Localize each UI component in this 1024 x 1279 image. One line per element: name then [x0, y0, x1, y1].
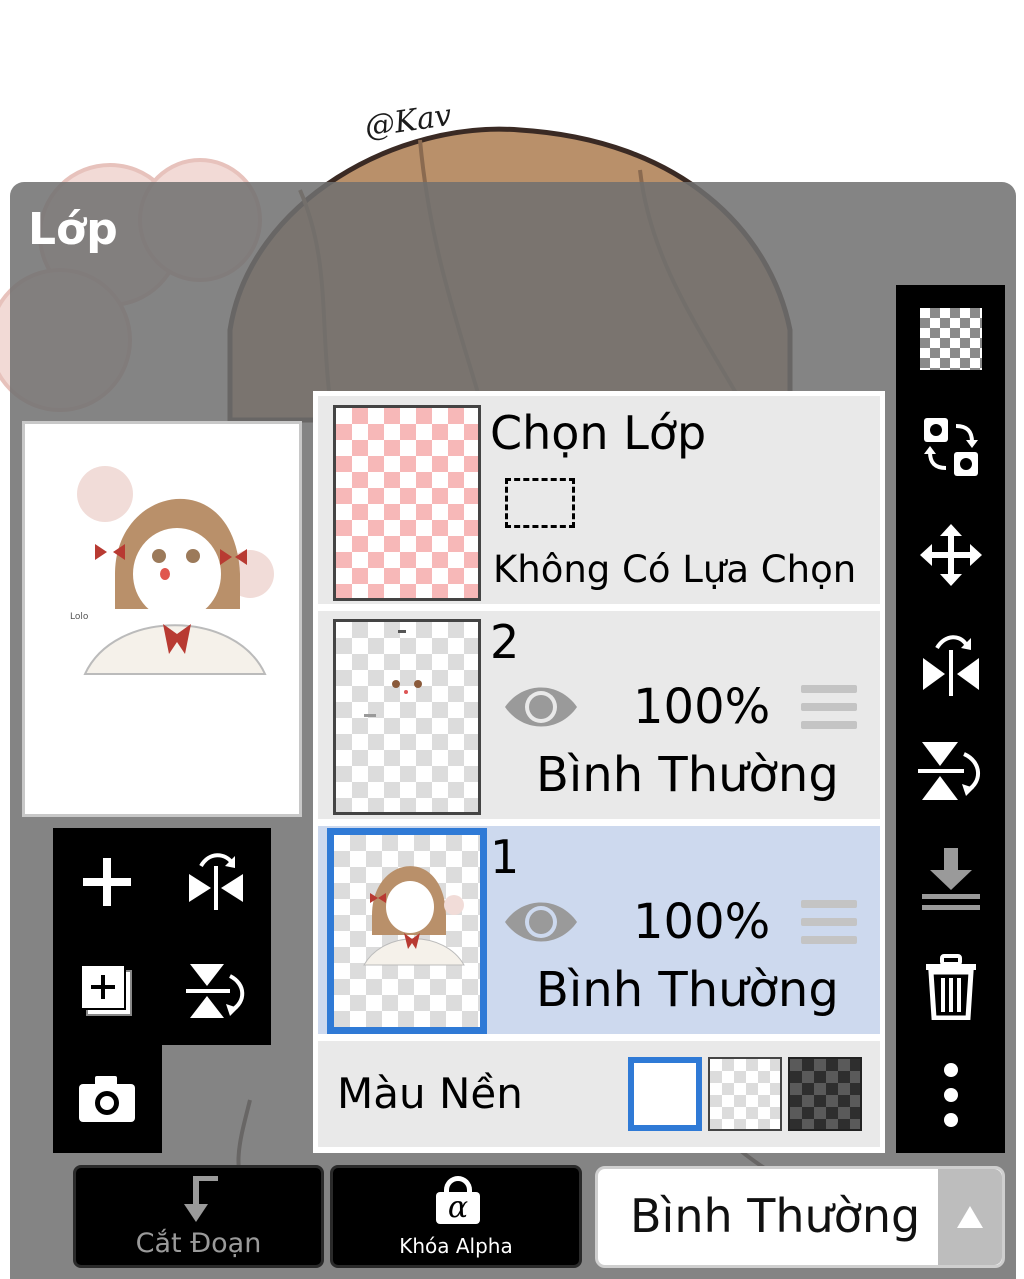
- alpha-lock-label: Khóa Alpha: [399, 1234, 513, 1258]
- layer-1-content: [363, 866, 465, 966]
- layer-opacity[interactable]: 100%: [633, 679, 770, 735]
- flip-vertical-button[interactable]: [896, 717, 1005, 825]
- clipping-label: Cắt Đoạn: [135, 1228, 262, 1259]
- merge-down-button[interactable]: [896, 825, 1005, 933]
- merge-down-icon: [921, 848, 980, 910]
- layer-actions-toolbar: [896, 285, 1005, 1153]
- panel-title: Lớp: [28, 204, 118, 255]
- background-dark-option[interactable]: [788, 1057, 862, 1131]
- flip-horizontal-icon: [189, 853, 243, 910]
- alpha-lock-button[interactable]: α Khóa Alpha: [330, 1165, 582, 1268]
- add-layer-button[interactable]: [53, 828, 161, 936]
- selection-status: Không Có Lựa Chọn: [493, 548, 857, 591]
- selection-layer-row[interactable]: Chọn Lớp Không Có Lựa Chọn: [318, 396, 880, 604]
- flip-vertical-layer-button[interactable]: [162, 937, 270, 1045]
- layer-name: 1: [490, 830, 520, 884]
- swap-layer-button[interactable]: [896, 393, 1005, 501]
- selection-thumbnail: [333, 405, 481, 601]
- blend-mode-dropdown[interactable]: Bình Thường: [595, 1166, 1005, 1268]
- selection-title: Chọn Lớp: [490, 406, 707, 460]
- layer-row-selected[interactable]: 1 100% Bình Thường: [318, 826, 880, 1034]
- eye-icon: [505, 687, 577, 727]
- layer-2-content: [364, 630, 422, 717]
- drag-handle[interactable]: [801, 900, 857, 954]
- background-color-label: Màu Nền: [337, 1069, 523, 1118]
- import-photo-button[interactable]: [53, 1045, 161, 1153]
- triangle-up-icon: [957, 1206, 983, 1228]
- flip-horizontal-layer-button[interactable]: [162, 828, 270, 936]
- more-options-button[interactable]: [896, 1041, 1005, 1149]
- layer-blend-mode: Bình Thường: [536, 747, 839, 803]
- delete-layer-button[interactable]: [896, 933, 1005, 1041]
- flip-horizontal-icon: [922, 635, 979, 696]
- layer-thumbnail: [327, 828, 487, 1034]
- background-color-row: Màu Nền: [318, 1041, 880, 1147]
- flip-horizontal-button[interactable]: [896, 609, 1005, 717]
- layer-opacity[interactable]: 100%: [633, 894, 770, 950]
- clipping-arrow-icon: [184, 1176, 218, 1222]
- camera-icon: [79, 1076, 135, 1122]
- lock-icon: α: [436, 1176, 480, 1225]
- background-white-option[interactable]: [628, 1057, 702, 1131]
- alpha-symbol: α: [447, 1190, 469, 1225]
- swap-layers-icon: [923, 418, 978, 476]
- eye-icon: [505, 902, 577, 942]
- trash-icon: [925, 954, 976, 1020]
- layer-thumbnail: [333, 619, 481, 815]
- move-layer-button[interactable]: [896, 501, 1005, 609]
- marquee-selection-icon: [505, 478, 575, 528]
- transparency-button[interactable]: [896, 285, 1005, 393]
- canvas-preview[interactable]: Lolo: [22, 421, 302, 817]
- flip-vertical-icon: [186, 964, 245, 1018]
- svg-text:Lolo: Lolo: [70, 612, 89, 622]
- duplicate-layer-icon: [80, 964, 132, 1016]
- layer-row[interactable]: 2 100% Bình Thường: [318, 611, 880, 819]
- plus-icon: [83, 858, 131, 906]
- move-icon: [919, 524, 982, 586]
- visibility-toggle[interactable]: [503, 681, 579, 737]
- layer-blend-mode: Bình Thường: [536, 962, 839, 1018]
- preview-drawing: Lolo: [70, 466, 274, 675]
- dropdown-toggle[interactable]: [938, 1169, 1002, 1265]
- more-vertical-icon: [943, 1063, 958, 1127]
- background-transparent-option[interactable]: [708, 1057, 782, 1131]
- blend-mode-value: Bình Thường: [630, 1189, 921, 1243]
- transparency-icon: [919, 308, 982, 370]
- visibility-toggle[interactable]: [503, 896, 579, 952]
- layer-name: 2: [490, 615, 520, 669]
- duplicate-layer-button[interactable]: [53, 937, 161, 1045]
- layer-list: Chọn Lớp Không Có Lựa Chọn 2 100% Bình T…: [313, 391, 885, 1153]
- drag-handle[interactable]: [801, 685, 857, 739]
- flip-vertical-icon: [917, 742, 980, 800]
- clipping-button[interactable]: Cắt Đoạn: [73, 1165, 324, 1268]
